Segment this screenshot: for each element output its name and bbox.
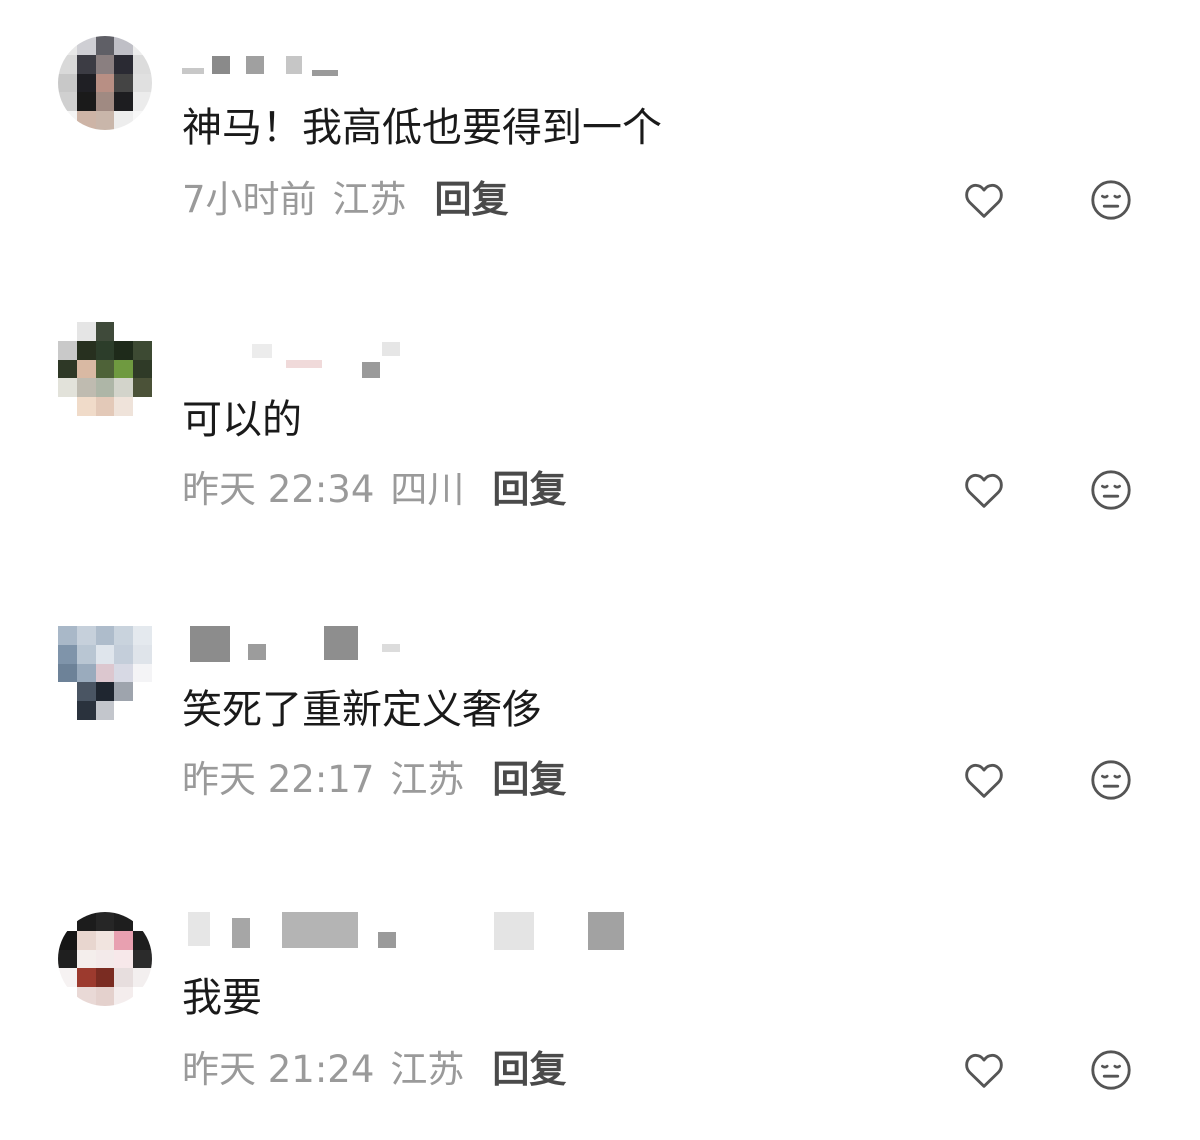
comment-meta: 7小时前 江苏 回复 [182,178,509,222]
comment-text: 可以的 [182,397,302,443]
username-pixelated[interactable] [182,912,682,950]
comment-location: 江苏 [332,178,407,221]
comment-item: 可以的 昨天 22:34 四川 回复 [0,290,1200,560]
comment-time: 昨天 21:24 [182,1048,375,1091]
heart-icon[interactable] [961,1047,1007,1093]
comment-item: 笑死了重新定义奢侈 昨天 22:17 江苏 回复 [0,580,1200,850]
neutral-face-icon[interactable] [1088,1047,1134,1093]
comment-time: 昨天 22:34 [182,468,375,511]
heart-icon[interactable] [961,757,1007,803]
username-pixelated[interactable] [182,626,682,662]
comment-meta: 昨天 22:17 江苏 回复 [182,758,566,802]
heart-icon[interactable] [961,177,1007,223]
avatar[interactable] [58,626,152,720]
comment-meta: 昨天 21:24 江苏 回复 [182,1048,566,1092]
comment-text: 我要 [182,975,262,1021]
heart-icon[interactable] [961,467,1007,513]
username-pixelated[interactable] [182,54,682,84]
avatar[interactable] [58,912,152,1006]
comment-location: 江苏 [390,1048,465,1091]
reply-button[interactable]: 回复 [492,1048,566,1092]
reply-button[interactable]: 回复 [492,758,566,802]
reply-button[interactable]: 回复 [492,468,566,512]
avatar[interactable] [58,322,152,416]
comment-meta: 昨天 22:34 四川 回复 [182,468,566,512]
username-pixelated[interactable] [182,340,682,378]
neutral-face-icon[interactable] [1088,467,1134,513]
comment-location: 江苏 [390,758,465,801]
reply-button[interactable]: 回复 [435,178,509,222]
neutral-face-icon[interactable] [1088,177,1134,223]
comment-time: 昨天 22:17 [182,758,375,801]
comment-text: 神马！我高低也要得到一个 [182,105,662,151]
comment-time: 7小时前 [182,178,317,221]
comment-text: 笑死了重新定义奢侈 [182,687,542,733]
comment-item: 神马！我高低也要得到一个 7小时前 江苏 回复 [0,0,1200,270]
comment-item: 我要 昨天 21:24 江苏 回复 [0,870,1200,1140]
neutral-face-icon[interactable] [1088,757,1134,803]
avatar[interactable] [58,36,152,130]
comment-location: 四川 [390,468,465,511]
